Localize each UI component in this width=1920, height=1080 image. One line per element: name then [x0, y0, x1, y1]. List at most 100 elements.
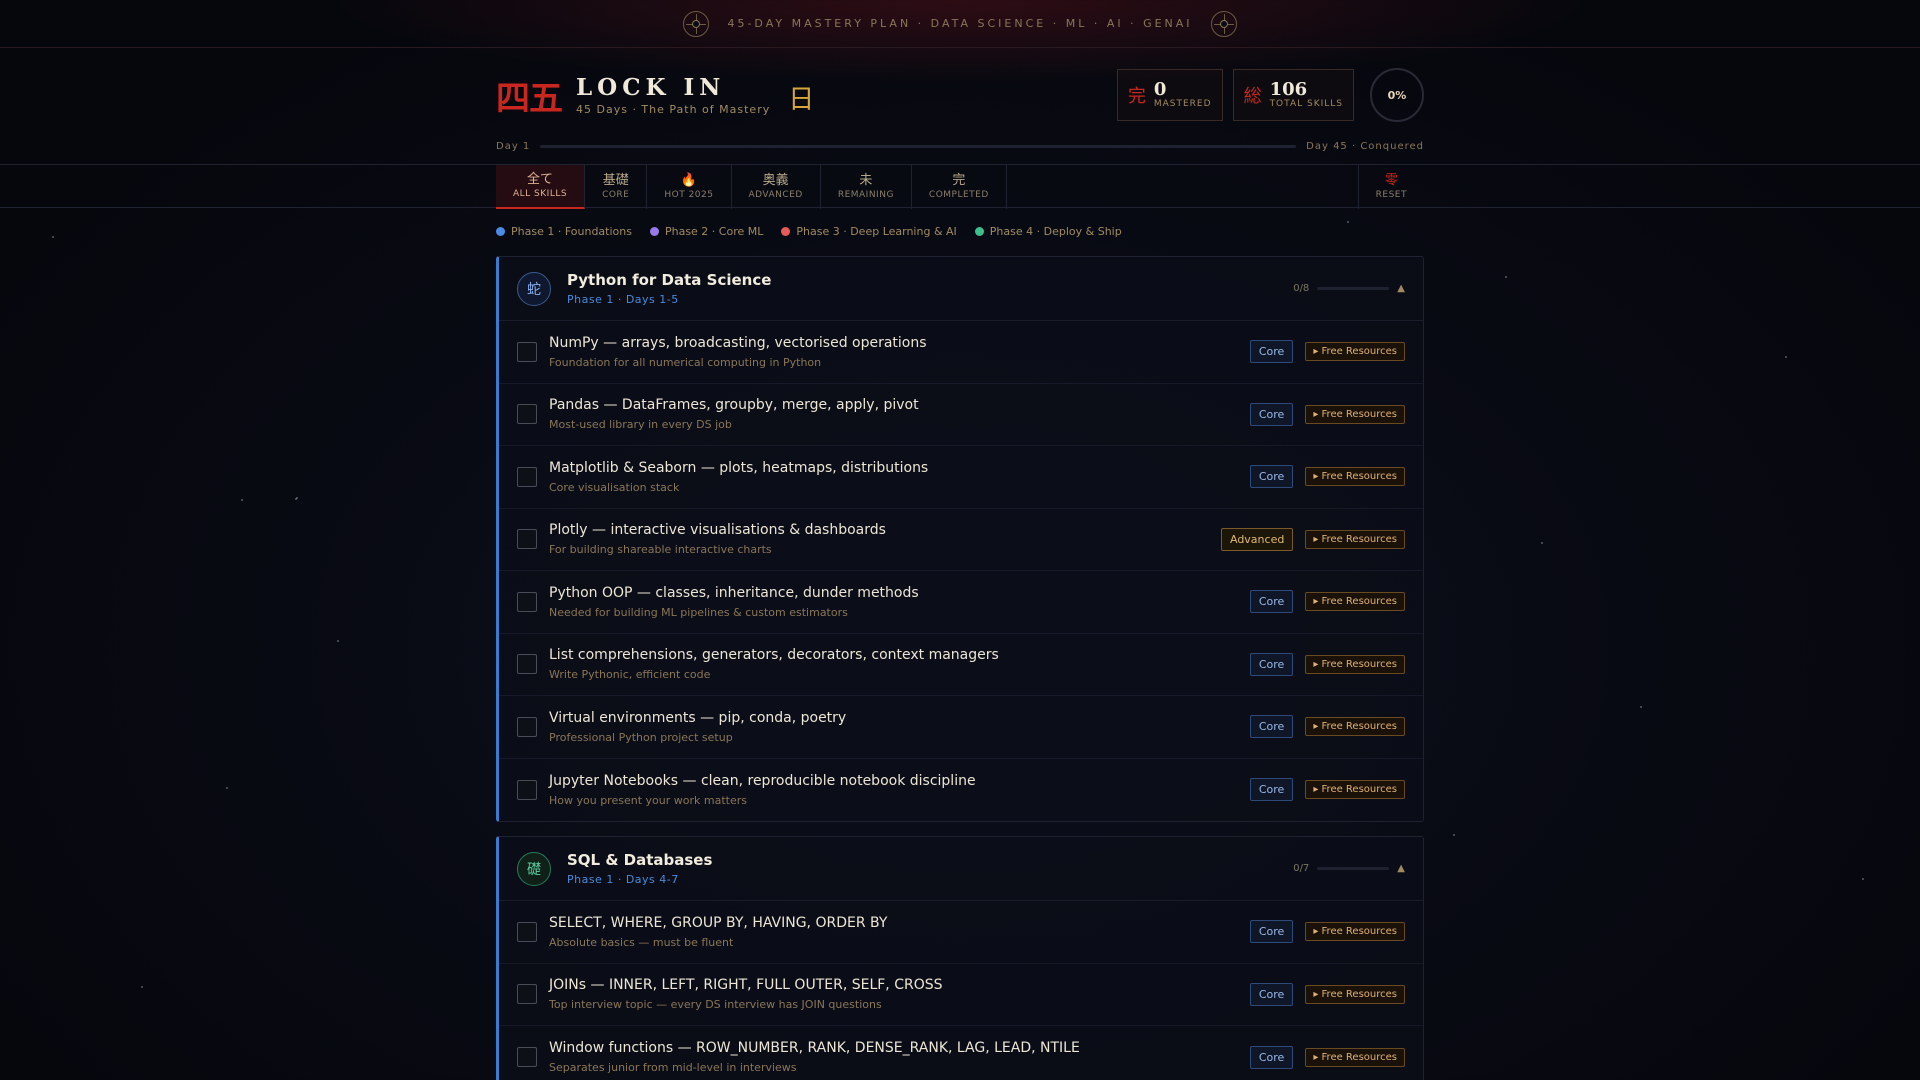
progress-end-label: Day 45 · Conquered	[1306, 140, 1424, 152]
tab-kanji-icon: 完	[952, 172, 966, 188]
tab-reset[interactable]: 零 RESET	[1357, 165, 1424, 209]
mastered-count: 0	[1153, 78, 1167, 100]
skill-checkbox[interactable]	[517, 716, 537, 737]
skill-checkbox[interactable]	[517, 921, 537, 942]
filter-tabs: 全て ALL SKILLS 基礎 CORE 🔥 HOT 2025 奥義 ADVANCED 未 RE…	[496, 165, 1424, 209]
free-resources-button[interactable]: ▸ Free Resources	[1305, 1047, 1405, 1067]
collapse-chevron-icon[interactable]: ▲	[1397, 863, 1405, 874]
skill-checkbox[interactable]	[517, 654, 537, 675]
tab-label: RESET	[1375, 190, 1407, 201]
tab-label: HOT 2025	[664, 190, 714, 201]
skill-title: Matplotlib & Seaborn — plots, heatmaps, …	[549, 459, 929, 476]
free-resources-button[interactable]: ▸ Free Resources	[1305, 592, 1405, 612]
section-title: SQL & Databases	[567, 851, 713, 869]
tab-remaining[interactable]: 未 REMAINING	[821, 165, 912, 209]
skill-checkbox[interactable]	[517, 984, 537, 1005]
skill-title: Window functions — ROW_NUMBER, RANK, DEN…	[549, 1040, 1080, 1057]
phase-dot-icon	[649, 226, 659, 236]
free-resources-button[interactable]: ▸ Free Resources	[1305, 467, 1405, 487]
phase-legend: Phase 1 · Foundations Phase 2 · Core ML Ph…	[496, 224, 1424, 238]
tab-kanji-icon: 基礎	[602, 172, 629, 188]
phase-dot-icon	[496, 226, 505, 236]
compass-sigil-icon	[1210, 10, 1237, 37]
skill-title: Jupyter Notebooks — clean, reproducible …	[549, 772, 976, 789]
skill-title: NumPy — arrays, broadcasting, vectorised…	[549, 334, 927, 351]
free-resources-button[interactable]: ▸ Free Resources	[1305, 529, 1405, 549]
total-skills-stat: 総 106 TOTAL SKILLS	[1232, 69, 1354, 121]
free-resources-button[interactable]: ▸ Free Resources	[1305, 654, 1405, 674]
free-resources-button[interactable]: ▸ Free Resources	[1305, 717, 1405, 737]
section-subtitle: Phase 1 · Days 1-5	[567, 293, 679, 306]
skill-title: JOINs — INNER, LEFT, RIGHT, FULL OUTER, …	[549, 977, 943, 994]
skill-row: List comprehensions, generators, decorat…	[499, 634, 1423, 696]
free-resources-button[interactable]: ▸ Free Resources	[1305, 780, 1405, 800]
skill-checkbox[interactable]	[517, 1047, 537, 1068]
legend-label: Phase 2 · Core ML	[664, 224, 764, 238]
skill-row: Pandas — DataFrames, groupby, merge, app…	[499, 384, 1423, 446]
skill-section: 蛇 Python for Data Science Phase 1 · Days 1…	[496, 256, 1424, 822]
skill-description: Separates junior from mid-level in inter…	[549, 1061, 797, 1075]
total-kanji-icon: 総	[1243, 86, 1262, 107]
skill-level-badge: Core	[1249, 465, 1294, 489]
free-resources-button[interactable]: ▸ Free Resources	[1305, 922, 1405, 942]
tab-all-skills[interactable]: 全て ALL SKILLS	[496, 165, 586, 209]
collapse-chevron-icon[interactable]: ▲	[1397, 283, 1405, 294]
skill-section: 礎 SQL & Databases Phase 1 · Days 4-7 0/7 ▲ SE…	[496, 836, 1424, 1080]
skill-description: For building shareable interactive chart…	[549, 543, 772, 557]
filter-tabbar: 全て ALL SKILLS 基礎 CORE 🔥 HOT 2025 奥義 ADVANCED 未 RE…	[0, 164, 1920, 209]
tab-label: CORE	[602, 190, 630, 201]
compass-sigil-icon	[683, 10, 710, 37]
total-skills-label: TOTAL SKILLS	[1269, 99, 1343, 110]
skill-level-badge: Core	[1249, 920, 1294, 944]
skill-description: Core visualisation stack	[549, 480, 680, 494]
skill-checkbox[interactable]	[517, 341, 537, 362]
total-skills-count: 106	[1269, 78, 1308, 100]
skill-level-badge: Core	[1249, 590, 1294, 614]
skill-checkbox[interactable]	[517, 466, 537, 487]
mastered-label: MASTERED	[1153, 99, 1212, 110]
skill-checkbox[interactable]	[517, 404, 537, 425]
skill-level-badge: Core	[1249, 340, 1294, 364]
skill-description: Write Pythonic, efficient code	[549, 668, 711, 682]
section-header[interactable]: 礎 SQL & Databases Phase 1 · Days 4-7 0/7 ▲	[499, 837, 1423, 901]
section-kanji-icon: 礎	[517, 851, 551, 886]
skill-checkbox[interactable]	[517, 529, 537, 550]
tab-label: REMAINING	[837, 190, 894, 201]
section-header[interactable]: 蛇 Python for Data Science Phase 1 · Days 1…	[499, 257, 1423, 321]
tab-completed[interactable]: 完 COMPLETED	[912, 165, 1007, 209]
skill-level-badge: Core	[1249, 778, 1294, 802]
skill-description: Absolute basics — must be fluent	[549, 935, 734, 949]
tab-core[interactable]: 基礎 CORE	[585, 165, 648, 209]
skill-level-badge: Core	[1249, 715, 1294, 739]
skill-title: Pandas — DataFrames, groupby, merge, app…	[549, 397, 919, 414]
section-progress-track	[1317, 287, 1390, 290]
skill-description: How you present your work matters	[549, 793, 747, 807]
free-resources-button[interactable]: ▸ Free Resources	[1305, 342, 1405, 362]
skill-level-badge: Core	[1249, 982, 1294, 1006]
top-banner: 45-DAY MASTERY PLAN · DATA SCIENCE · ML …	[0, 0, 1920, 48]
flame-icon: 🔥	[680, 172, 698, 188]
progress-ring: 0%	[1370, 68, 1424, 122]
tab-advanced[interactable]: 奥義 ADVANCED	[732, 165, 821, 209]
tab-label: COMPLETED	[928, 190, 989, 201]
skill-description: Needed for building ML pipelines & custo…	[549, 605, 848, 619]
free-resources-button[interactable]: ▸ Free Resources	[1305, 984, 1405, 1004]
skill-title: SELECT, WHERE, GROUP BY, HAVING, ORDER B…	[549, 914, 888, 931]
free-resources-button[interactable]: ▸ Free Resources	[1305, 404, 1405, 424]
mastered-kanji-icon: 完	[1127, 86, 1146, 107]
section-count: 0/8	[1293, 283, 1310, 294]
skill-title: List comprehensions, generators, decorat…	[549, 647, 999, 664]
skill-title: Python OOP — classes, inheritance, dunde…	[549, 584, 919, 601]
skill-row: NumPy — arrays, broadcasting, vectorised…	[499, 321, 1423, 384]
reset-kanji-icon: 零	[1384, 172, 1398, 188]
section-progress-track	[1317, 867, 1390, 870]
skill-row: Jupyter Notebooks — clean, reproducible …	[499, 759, 1423, 822]
skill-level-badge: Core	[1249, 652, 1294, 676]
skill-checkbox[interactable]	[517, 591, 537, 612]
legend-label: Phase 4 · Deploy & Ship	[989, 224, 1122, 238]
skill-row: Python OOP — classes, inheritance, dunde…	[499, 571, 1423, 634]
tab-kanji-icon: 全て	[527, 171, 554, 187]
skill-checkbox[interactable]	[517, 779, 537, 800]
tab-hot-2025[interactable]: 🔥 HOT 2025	[647, 165, 732, 209]
section-subtitle: Phase 1 · Days 4-7	[567, 873, 679, 886]
